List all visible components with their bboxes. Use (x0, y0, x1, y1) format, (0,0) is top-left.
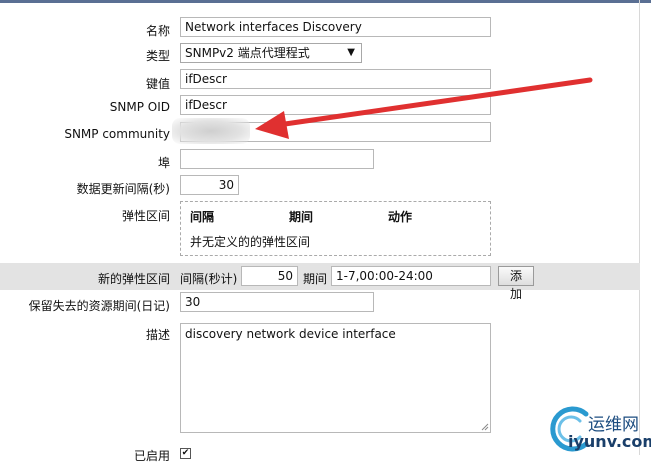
keep-lost-resources-label: 保留失去的资源期间(日记) (28, 299, 170, 313)
update-interval-input[interactable]: 30 (180, 175, 239, 195)
resize-handle-icon[interactable] (481, 423, 489, 431)
new-period-input[interactable]: 1-7,00:00-24:00 (331, 266, 491, 286)
new-period-label: 期间 (303, 272, 328, 286)
add-flexible-interval-button[interactable]: 添加 (498, 266, 534, 301)
new-flexible-interval-label: 新的弹性区间 (97, 272, 170, 286)
description-text: discovery network device interface (185, 327, 396, 341)
flexible-intervals-table: 间隔 期间 动作 并无定义的的弹性区间 (180, 201, 491, 256)
port-label: 埠 (157, 156, 170, 170)
keep-lost-resources-input[interactable]: 30 (180, 292, 374, 312)
enabled-label: 已启用 (133, 449, 170, 463)
flexible-intervals-label: 弹性区间 (121, 209, 170, 223)
flex-col-action: 动作 (388, 210, 413, 224)
flex-col-period: 期间 (289, 210, 314, 224)
new-interval-input[interactable]: 50 (241, 266, 298, 286)
check-icon: ✔ (181, 448, 190, 458)
description-textarea[interactable]: discovery network device interface (180, 323, 491, 433)
port-input[interactable] (180, 149, 374, 169)
flex-col-interval: 间隔 (190, 210, 215, 224)
update-interval-label: 数据更新间隔(秒) (76, 182, 170, 196)
watermark-url: iyunv.com (568, 432, 651, 451)
enabled-checkbox[interactable]: ✔ (180, 448, 191, 459)
description-label: 描述 (145, 328, 170, 342)
flex-empty-text: 并无定义的的弹性区间 (190, 235, 311, 249)
new-interval-label: 间隔(秒计) (180, 272, 238, 286)
